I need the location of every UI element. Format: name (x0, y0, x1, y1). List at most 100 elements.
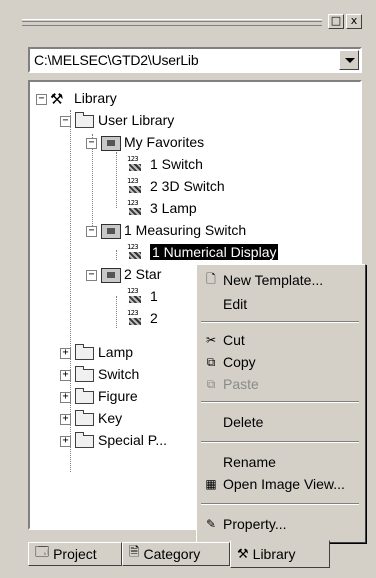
tree-node-label: Special P... (98, 432, 168, 448)
menu-separator (201, 441, 359, 443)
tree-node-label: 2 (150, 310, 158, 326)
menu-item-label: Edit (223, 296, 248, 312)
category-icon: 🗎 (129, 544, 140, 559)
folder-icon (74, 432, 94, 448)
image-view-icon: ▦ (205, 477, 217, 491)
expander-user-library[interactable]: − (60, 116, 71, 127)
new-template-icon: 🗋 (206, 271, 216, 286)
tree-node-label: Switch (98, 366, 140, 382)
menu-item-property[interactable]: ✎ Property... (199, 513, 361, 535)
menu-item-new-template[interactable]: 🗋 New Template... (199, 269, 361, 291)
menu-item-copy[interactable]: ⧉ Copy (199, 351, 361, 373)
tree-node-label: My Favorites (124, 134, 205, 150)
menu-item-cut[interactable]: ✂ Cut (199, 329, 361, 351)
folder-icon (74, 388, 94, 404)
tree-node-label: Figure (98, 388, 138, 404)
part-folder-icon (100, 222, 121, 239)
folder-icon (74, 344, 94, 360)
tree-node-label: 1 (150, 288, 158, 304)
tree-node-fav-3[interactable]: 123 3 Lamp (126, 198, 197, 218)
menu-separator (201, 321, 359, 323)
property-icon: ✎ (205, 517, 217, 531)
tree-node-switch[interactable]: Switch (74, 364, 139, 384)
folder-icon (74, 410, 94, 426)
expander-lamp[interactable]: + (60, 348, 71, 359)
expander-switch[interactable]: + (60, 370, 71, 381)
menu-item-label: Property... (223, 516, 287, 532)
tree-node-label: Lamp (98, 344, 134, 360)
numeric-part-icon: 123 (126, 288, 146, 304)
tree-node-label: 1 Numerical Display (150, 244, 279, 260)
tree-node-label: 3 Lamp (150, 200, 197, 216)
tree-node-standard[interactable]: 2 Star (100, 264, 161, 284)
numeric-part-icon: 123 (126, 200, 146, 216)
expander-measuring-switch[interactable]: − (86, 226, 97, 237)
tree-node-special[interactable]: Special P... (74, 430, 167, 450)
tree-node-label: User Library (98, 112, 175, 128)
menu-item-paste[interactable]: ⧉ Paste (199, 373, 361, 395)
numeric-part-icon: 123 (126, 310, 146, 326)
tree-node-fav-1[interactable]: 123 1 Switch (126, 154, 203, 174)
menu-item-open-image-view[interactable]: ▦ Open Image View... (199, 473, 361, 495)
menu-item-label: Paste (223, 376, 259, 392)
grip-bar[interactable] (22, 19, 322, 26)
panel-titlebar: □ x (20, 12, 366, 34)
menu-item-edit[interactable]: Edit (199, 293, 361, 315)
tab-library[interactable]: ⚒ Library (230, 540, 330, 568)
tree-node-std-2[interactable]: 123 2 (126, 308, 158, 328)
library-path-value: C:\MELSEC\GTD2\UserLib (34, 52, 199, 68)
tree-node-key[interactable]: Key (74, 408, 122, 428)
tree-node-label: 1 Switch (150, 156, 203, 172)
pin-button[interactable]: □ (328, 14, 344, 29)
menu-item-label: Cut (223, 332, 245, 348)
library-panel: □ x C:\MELSEC\GTD2\UserLib − ⚒ Library −… (18, 8, 368, 573)
paste-icon: ⧉ (206, 376, 216, 391)
tab-category[interactable]: 🗎 Category (122, 542, 230, 566)
expander-figure[interactable]: + (60, 392, 71, 403)
tree-node-label: 1 Measuring Switch (124, 222, 247, 238)
tree-line (116, 152, 117, 208)
tree-line (116, 296, 117, 328)
tree-node-std-1[interactable]: 123 1 (126, 286, 158, 306)
expander-special[interactable]: + (60, 436, 71, 447)
tree-node-label: Key (98, 410, 123, 426)
numeric-part-icon: 123 (126, 244, 146, 260)
tab-project[interactable]: 🗔 Project (28, 542, 122, 566)
menu-separator (201, 401, 359, 403)
library-path-combo[interactable]: C:\MELSEC\GTD2\UserLib (28, 47, 362, 73)
tree-node-library[interactable]: ⚒ Library (50, 88, 117, 108)
close-button[interactable]: x (346, 14, 362, 29)
menu-item-label: Open Image View... (223, 476, 345, 492)
tree-node-label: Library (74, 90, 117, 106)
tree-line (116, 250, 117, 260)
menu-item-delete[interactable]: Delete (199, 411, 361, 433)
expander-library[interactable]: − (36, 94, 47, 105)
tree-node-measuring-switch[interactable]: 1 Measuring Switch (100, 220, 246, 240)
tree-node-numerical-display[interactable]: 123 1 Numerical Display (126, 242, 279, 262)
menu-separator (201, 503, 359, 505)
menu-item-label: New Template... (223, 272, 324, 288)
expander-standard[interactable]: − (86, 270, 97, 281)
tab-label: Library (252, 546, 296, 562)
numeric-part-icon: 123 (126, 156, 146, 172)
menu-item-label: Rename (223, 454, 276, 470)
tree-node-my-favorites[interactable]: My Favorites (100, 132, 204, 152)
tree-node-fav-2[interactable]: 123 2 3D Switch (126, 176, 225, 196)
folder-icon (74, 366, 94, 382)
scissors-icon: ✂ (205, 333, 217, 347)
copy-icon: ⧉ (206, 354, 216, 369)
expander-key[interactable]: + (60, 414, 71, 425)
context-menu: 🗋 New Template... Edit ✂ Cut ⧉ Copy ⧉ Pa… (196, 264, 366, 543)
dropdown-arrow-button[interactable] (339, 50, 359, 70)
folder-icon (74, 112, 94, 128)
favorites-folder-icon (100, 134, 121, 151)
tools-icon: ⚒ (50, 91, 64, 108)
menu-item-label: Delete (223, 414, 264, 430)
expander-my-favorites[interactable]: − (86, 138, 97, 149)
tree-node-figure[interactable]: Figure (74, 386, 138, 406)
menu-item-rename[interactable]: Rename (199, 451, 361, 473)
project-icon: 🗔 (35, 544, 50, 559)
tree-node-user-library[interactable]: User Library (74, 110, 174, 130)
tree-node-lamp[interactable]: Lamp (74, 342, 133, 362)
tree-node-label: 2 Star (124, 266, 162, 282)
